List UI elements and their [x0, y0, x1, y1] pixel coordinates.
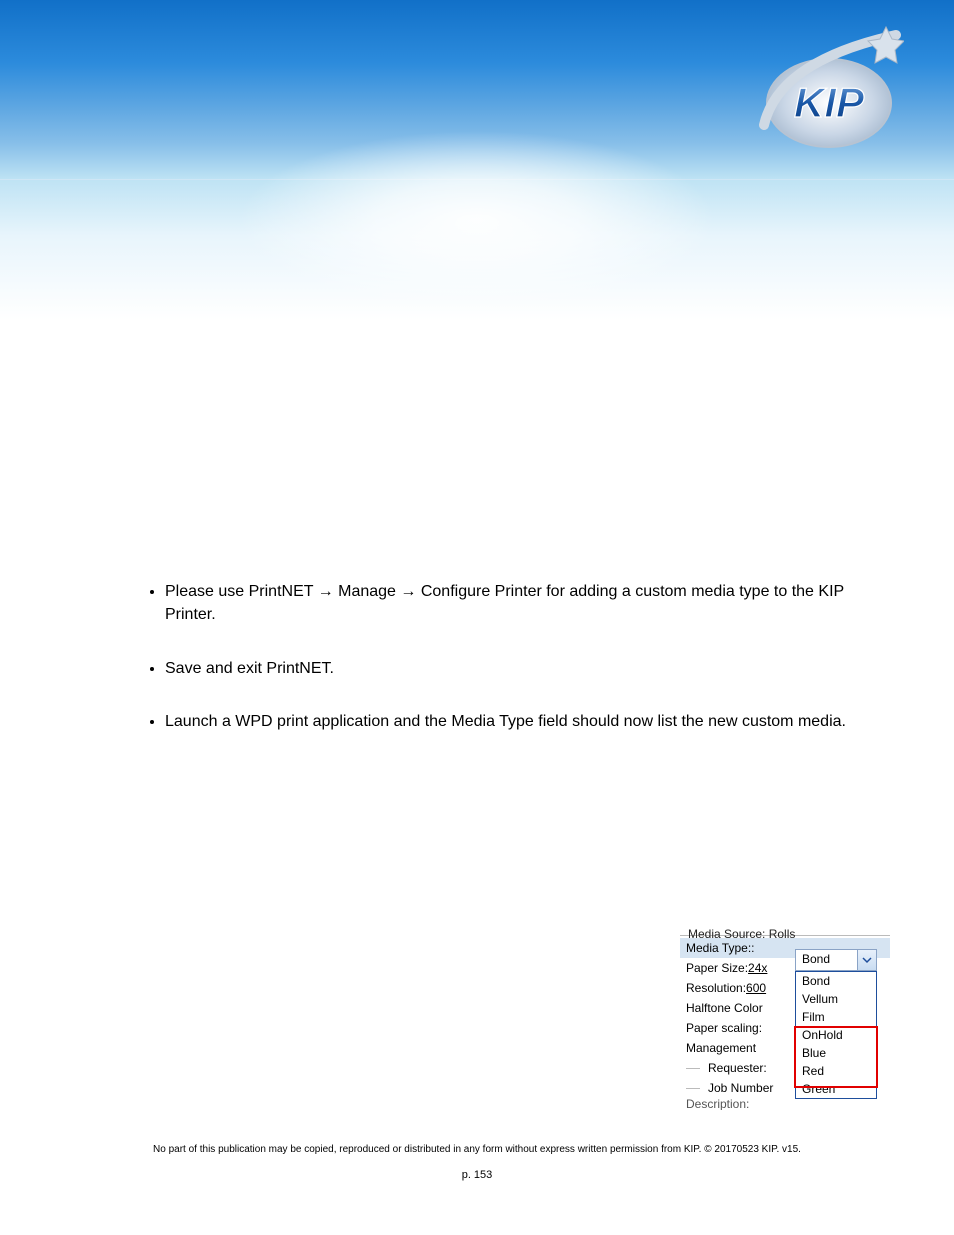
page-number: p. 153 [0, 1169, 954, 1181]
list-item: Save and exit PrintNET. [165, 657, 854, 680]
label: Management [686, 1041, 756, 1055]
dropdown-option[interactable]: Vellum [796, 990, 876, 1008]
dropdown-closed[interactable]: Bond [795, 949, 877, 971]
page: KIP Please use PrintNET → Manage → Confi… [0, 0, 954, 1235]
header-banner: KIP [0, 0, 954, 180]
chevron-down-icon [862, 955, 872, 965]
embedded-screenshot: Media Source: Rolls Media Type:: Paper S… [680, 935, 890, 1110]
footer-copyright: No part of this publication may be copie… [0, 1144, 954, 1155]
label: Job Number [708, 1081, 773, 1095]
dropdown-option[interactable]: Blue [796, 1044, 876, 1062]
label: Resolution: [686, 981, 746, 995]
dropdown-option[interactable]: Film [796, 1008, 876, 1026]
arrow-right-icon: → [400, 580, 416, 603]
dropdown-option[interactable]: OnHold [796, 1026, 876, 1044]
row-description-cut: Description: [680, 1098, 890, 1110]
tree-dash-icon [686, 1088, 700, 1089]
tree-dash-icon [686, 1068, 700, 1069]
dropdown-option[interactable]: Red [796, 1062, 876, 1080]
text: Save and exit PrintNET. [165, 660, 334, 677]
label: Description: [686, 1098, 749, 1110]
svg-text:KIP: KIP [794, 79, 865, 126]
arrow-right-icon: → [318, 580, 334, 603]
value: 24x [748, 961, 767, 975]
dropdown-option[interactable]: Green [796, 1080, 876, 1098]
dropdown-list[interactable]: Bond Vellum Film OnHold Blue Red Green [795, 971, 877, 1099]
page-footer: No part of this publication may be copie… [0, 1144, 954, 1181]
media-type-dropdown[interactable]: Bond Bond Vellum Film OnHold Blue Red Gr… [795, 949, 877, 1099]
text: Manage [338, 583, 400, 600]
kip-logo: KIP [744, 25, 904, 155]
label: Halftone Color [686, 1001, 763, 1015]
body-content: Please use PrintNET → Manage → Configure… [0, 180, 954, 733]
label: Paper Size: [686, 961, 748, 975]
dropdown-selected-value: Bond [796, 950, 857, 970]
list-item: Please use PrintNET → Manage → Configure… [165, 580, 854, 627]
dropdown-option[interactable]: Bond [796, 972, 876, 990]
dropdown-button[interactable] [857, 950, 876, 970]
label: Requester: [708, 1061, 767, 1075]
list-item: Launch a WPD print application and the M… [165, 710, 854, 733]
bullet-list: Please use PrintNET → Manage → Configure… [100, 580, 854, 733]
text: Launch a WPD print application and the M… [165, 713, 846, 730]
value: 600 [746, 981, 766, 995]
text: Please use PrintNET [165, 583, 313, 600]
label: Paper scaling: [686, 1021, 762, 1035]
label: Media Type:: [686, 941, 754, 955]
